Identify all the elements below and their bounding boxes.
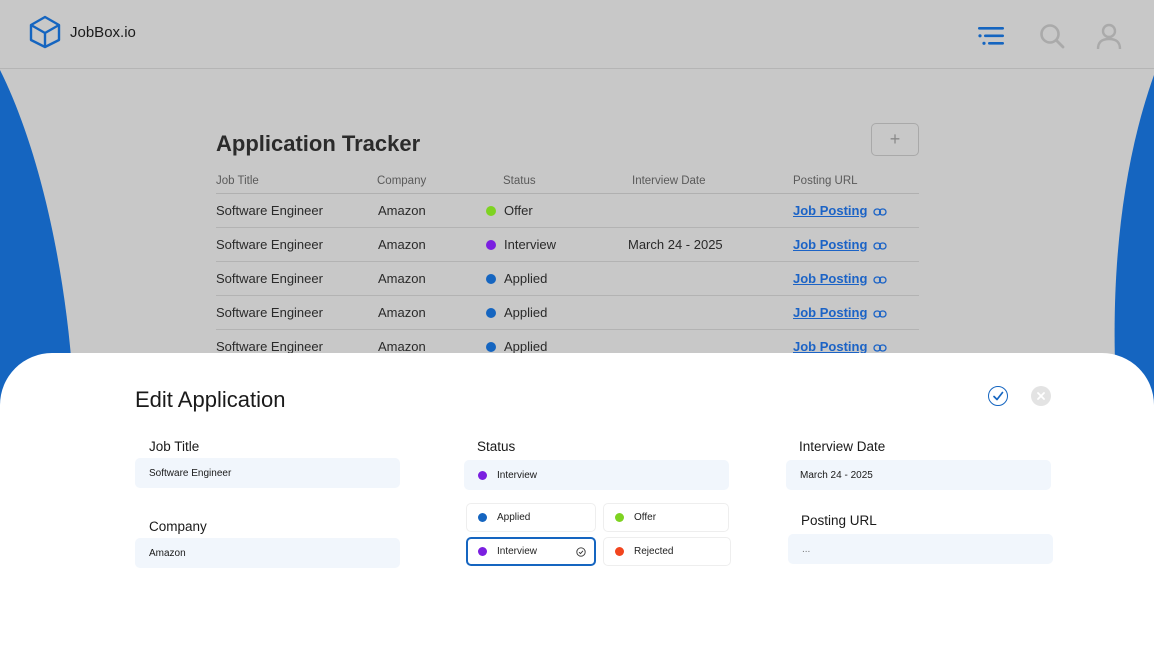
- status-select[interactable]: Interview: [464, 460, 729, 490]
- status-option-offer[interactable]: Offer: [603, 503, 729, 532]
- status-dot: [478, 470, 487, 480]
- status-text: Applied: [504, 305, 548, 320]
- option-label: Applied: [497, 512, 531, 523]
- job-title-cell: Software Engineer: [216, 203, 323, 218]
- table-row[interactable]: Software Engineer Amazon Applied Job Pos…: [216, 262, 919, 296]
- job-title-label: Job Title: [149, 439, 200, 454]
- status-dot: [486, 206, 496, 216]
- company-cell: Amazon: [378, 203, 426, 218]
- link-icon[interactable]: [873, 207, 888, 217]
- job-posting-link[interactable]: Job Posting: [793, 237, 867, 252]
- option-label: Rejected: [634, 546, 674, 557]
- company-cell: Amazon: [378, 271, 426, 286]
- panel-title: Edit Application: [135, 387, 286, 412]
- status-option-interview[interactable]: Interview: [466, 537, 596, 566]
- status-text: Applied: [504, 271, 548, 286]
- close-button[interactable]: [1031, 386, 1051, 406]
- app-name: JobBox.io: [70, 23, 136, 41]
- column-header-status: Status: [503, 175, 536, 187]
- company-cell: Amazon: [378, 237, 426, 252]
- check-icon: [993, 391, 1004, 401]
- status-cell: Applied: [486, 305, 547, 320]
- close-icon: [1037, 392, 1045, 400]
- status-dot: [478, 547, 487, 556]
- company-label: Company: [149, 519, 207, 534]
- status-dot: [486, 274, 496, 284]
- link-icon[interactable]: [873, 275, 888, 285]
- posting-link-cell: Job Posting: [793, 339, 888, 354]
- posting-url-field[interactable]: ...: [788, 534, 1053, 564]
- posting-link-cell: Job Posting: [793, 237, 888, 252]
- status-label: Status: [477, 439, 516, 454]
- table-row[interactable]: Software Engineer Amazon Offer Job Posti…: [216, 194, 919, 228]
- interview-date-field[interactable]: March 24 - 2025: [786, 460, 1051, 490]
- status-dot: [478, 513, 487, 522]
- column-header-posting-url: Posting URL: [793, 175, 858, 187]
- status-dot: [486, 240, 496, 250]
- job-title-field[interactable]: Software Engineer: [135, 458, 400, 488]
- status-dot: [486, 342, 496, 352]
- job-title-cell: Software Engineer: [216, 271, 323, 286]
- job-posting-link[interactable]: Job Posting: [793, 271, 867, 286]
- brand-logo[interactable]: JobBox.io: [28, 15, 136, 49]
- link-icon[interactable]: [873, 309, 888, 319]
- status-cell: Applied: [486, 339, 547, 354]
- company-field[interactable]: Amazon: [135, 538, 400, 568]
- add-application-button[interactable]: +: [871, 123, 919, 156]
- edit-application-panel: Edit Application Job Title Software Engi…: [0, 353, 1154, 647]
- posting-url-label: Posting URL: [801, 513, 877, 528]
- link-icon[interactable]: [873, 241, 888, 251]
- status-option-applied[interactable]: Applied: [466, 503, 596, 532]
- link-icon[interactable]: [873, 343, 888, 353]
- tracker-title: Application Tracker: [216, 131, 421, 156]
- column-header-job-title: Job Title: [216, 175, 259, 187]
- status-option-rejected[interactable]: Rejected: [603, 537, 731, 566]
- status-value: Interview: [497, 469, 538, 481]
- status-cell: Applied: [486, 271, 547, 286]
- selected-check-icon: [576, 547, 586, 557]
- status-dot: [486, 308, 496, 318]
- status-cell: Offer: [486, 203, 533, 218]
- company-cell: Amazon: [378, 305, 426, 320]
- table-header: Job Title Company Status Interview Date …: [216, 174, 919, 194]
- posting-link-cell: Job Posting: [793, 203, 888, 218]
- option-label: Interview: [497, 546, 538, 557]
- job-title-cell: Software Engineer: [216, 237, 323, 252]
- posting-link-cell: Job Posting: [793, 271, 888, 286]
- column-header-interview-date: Interview Date: [632, 175, 706, 187]
- search-icon[interactable]: [1036, 20, 1068, 52]
- status-dot: [615, 513, 624, 522]
- posting-link-cell: Job Posting: [793, 305, 888, 320]
- status-cell: Interview: [486, 237, 556, 252]
- interview-date-cell: March 24 - 2025: [628, 237, 723, 252]
- job-posting-link[interactable]: Job Posting: [793, 305, 867, 320]
- interview-date-label: Interview Date: [799, 439, 886, 454]
- column-header-company: Company: [377, 175, 427, 187]
- table-row[interactable]: Software Engineer Amazon Applied Job Pos…: [216, 296, 919, 330]
- list-menu-icon[interactable]: [975, 20, 1007, 52]
- top-header: JobBox.io: [0, 0, 1154, 69]
- job-title-cell: Software Engineer: [216, 305, 323, 320]
- status-text: Interview: [504, 237, 557, 252]
- cube-logo-icon: [29, 15, 61, 49]
- job-posting-link[interactable]: Job Posting: [793, 203, 867, 218]
- status-text: Offer: [504, 203, 533, 218]
- user-icon[interactable]: [1093, 20, 1125, 52]
- job-posting-link[interactable]: Job Posting: [793, 339, 867, 354]
- table-row[interactable]: Software Engineer Amazon Interview March…: [216, 228, 919, 262]
- status-dot: [615, 547, 624, 556]
- confirm-button[interactable]: [988, 386, 1008, 406]
- company-cell: Amazon: [378, 339, 426, 354]
- status-text: Applied: [504, 339, 548, 354]
- option-label: Offer: [634, 512, 657, 523]
- job-title-cell: Software Engineer: [216, 339, 323, 354]
